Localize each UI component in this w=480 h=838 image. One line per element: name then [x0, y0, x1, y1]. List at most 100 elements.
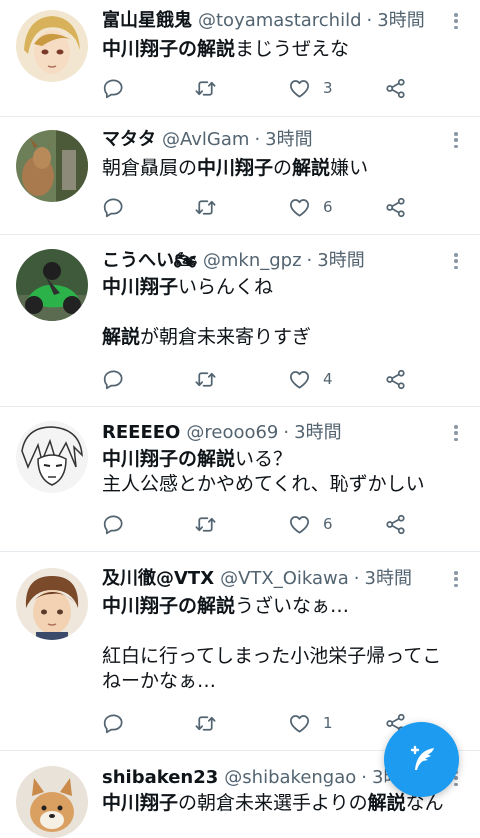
text-line: ねーかなぁ… — [102, 669, 470, 694]
text-run: ねーかなぁ… — [102, 670, 217, 692]
like-button[interactable]: 6 — [288, 511, 333, 537]
timestamp[interactable]: 3時間 — [365, 566, 412, 592]
timestamp[interactable]: 3時間 — [377, 8, 424, 34]
author-name[interactable]: 及川徹@VTX — [102, 566, 214, 592]
like-count: 4 — [323, 370, 333, 388]
retweet-icon — [195, 516, 216, 532]
tweet[interactable]: 富山星餓鬼 @toyamastarchild · 3時間 中川翔子の解説まじうぜ… — [0, 0, 480, 117]
like-count: 3 — [323, 79, 333, 97]
avatar[interactable] — [16, 421, 88, 493]
retweet-button[interactable] — [194, 710, 217, 736]
like-button[interactable]: 1 — [288, 710, 333, 736]
retweet-button[interactable] — [194, 194, 217, 220]
retweet-button[interactable] — [194, 75, 217, 101]
retweet-icon — [195, 371, 216, 387]
more-options-icon[interactable] — [448, 130, 464, 150]
reply-icon — [103, 514, 123, 534]
author-name[interactable]: マタタ — [102, 127, 156, 153]
highlighted-keyword: 中川翔子の解説 — [102, 448, 236, 470]
reply-icon — [103, 197, 123, 217]
like-button[interactable]: 4 — [288, 366, 333, 392]
author-handle[interactable]: @VTX_Oikawa — [220, 566, 349, 592]
more-options-icon[interactable] — [448, 11, 464, 31]
avatar[interactable] — [16, 249, 88, 321]
feather-plus-icon — [410, 745, 434, 770]
author-handle[interactable]: @AvlGam — [162, 127, 249, 153]
text-run: 紅白に行ってしまった小池栄子帰ってこ — [102, 645, 442, 667]
retweet-button[interactable] — [194, 366, 217, 392]
share-button[interactable] — [384, 75, 407, 101]
reply-icon — [103, 78, 123, 98]
text-line: 中川翔子いらんくね — [102, 275, 470, 300]
avatar[interactable] — [16, 10, 88, 82]
avatar[interactable] — [16, 130, 88, 202]
retweet-icon — [195, 80, 216, 96]
text-line: 朝倉贔屓の中川翔子の解説嫌い — [102, 156, 470, 181]
author-handle[interactable]: @mkn_gpz — [203, 248, 302, 274]
avatar[interactable] — [16, 568, 88, 640]
author-handle[interactable]: @reooo69 — [186, 420, 278, 446]
more-options-icon[interactable] — [448, 423, 464, 443]
highlighted-keyword: 中川翔子 — [102, 276, 179, 298]
highlighted-keyword: 解説 — [102, 326, 141, 348]
like-button[interactable]: 3 — [288, 75, 333, 101]
reply-button[interactable] — [102, 511, 125, 537]
compose-tweet-button[interactable] — [384, 722, 459, 797]
heart-icon — [290, 714, 309, 733]
more-options-icon[interactable] — [448, 569, 464, 589]
reply-button[interactable] — [102, 75, 125, 101]
timestamp[interactable]: 3時間 — [317, 248, 364, 274]
author-name[interactable]: 富山星餓鬼 — [102, 8, 192, 34]
text-run: の — [273, 157, 293, 179]
tweet-text: 中川翔子いらんくね 解説が朝倉未来寄りすぎ — [102, 275, 470, 350]
share-button[interactable] — [384, 194, 407, 220]
retweet-icon — [195, 199, 216, 215]
share-icon — [386, 78, 405, 98]
text-run: 朝倉贔屓の — [102, 157, 198, 179]
tweet-actions: 3 — [102, 75, 422, 101]
author-name[interactable]: REEEEO — [102, 420, 180, 446]
text-run: いらんくね — [178, 276, 274, 298]
more-options-icon[interactable] — [448, 251, 464, 271]
author-name[interactable]: shibaken23 — [102, 765, 218, 791]
like-button[interactable]: 6 — [288, 194, 333, 220]
retweet-icon — [195, 715, 216, 731]
author-name[interactable]: こうへい🏍 — [102, 248, 197, 274]
reply-button[interactable] — [102, 194, 125, 220]
author-handle[interactable]: @toyamastarchild — [198, 8, 362, 34]
tweet-text: 朝倉贔屓の中川翔子の解説嫌い — [102, 156, 470, 181]
author-handle[interactable]: @shibakengao — [224, 765, 356, 791]
text-line: 中川翔子の解説うざいなぁ… — [102, 594, 470, 619]
text-run: まじうぜえな — [235, 38, 350, 60]
separator-dot: · — [283, 422, 290, 443]
like-count: 1 — [323, 714, 333, 732]
tweet[interactable]: こうへい🏍 @mkn_gpz · 3時間 中川翔子いらんくね 解説が朝倉未来寄りす… — [0, 235, 480, 407]
highlighted-keyword: 解説 — [292, 157, 331, 179]
retweet-button[interactable] — [194, 511, 217, 537]
tweet[interactable]: 及川徹@VTX @VTX_Oikawa · 3時間 中川翔子の解説うざいなぁ… 紅… — [0, 552, 480, 751]
like-count: 6 — [323, 198, 333, 216]
text-line: 主人公感とかやめてくれ、恥ずかしい — [102, 472, 470, 497]
share-button[interactable] — [384, 511, 407, 537]
timestamp[interactable]: 3時間 — [294, 420, 341, 446]
text-line: 解説が朝倉未来寄りすぎ — [102, 325, 470, 350]
text-run: が朝倉未来寄りすぎ — [140, 326, 312, 348]
reply-button[interactable] — [102, 366, 125, 392]
share-icon — [386, 369, 405, 389]
avatar[interactable] — [16, 766, 88, 838]
share-button[interactable] — [384, 366, 407, 392]
text-line: 中川翔子の解説いる？ — [102, 447, 470, 472]
highlighted-keyword: 解説 — [367, 792, 406, 814]
text-line: 中川翔子の解説まじうぜえな — [102, 37, 470, 62]
tweet-actions: 6 — [102, 194, 422, 220]
tweet[interactable]: REEEEO @reooo69 · 3時間 中川翔子の解説いる？ 主人公感とかやめ… — [0, 407, 480, 552]
separator-dot: · — [254, 129, 261, 150]
highlighted-keyword: 中川翔子の解説 — [102, 38, 236, 60]
tweet[interactable]: マタタ @AvlGam · 3時間 朝倉贔屓の中川翔子の解説嫌い 6 — [0, 117, 480, 235]
timestamp[interactable]: 3時間 — [265, 127, 312, 153]
heart-icon — [290, 370, 309, 389]
reply-button[interactable] — [102, 710, 125, 736]
separator-dot: · — [306, 250, 313, 271]
